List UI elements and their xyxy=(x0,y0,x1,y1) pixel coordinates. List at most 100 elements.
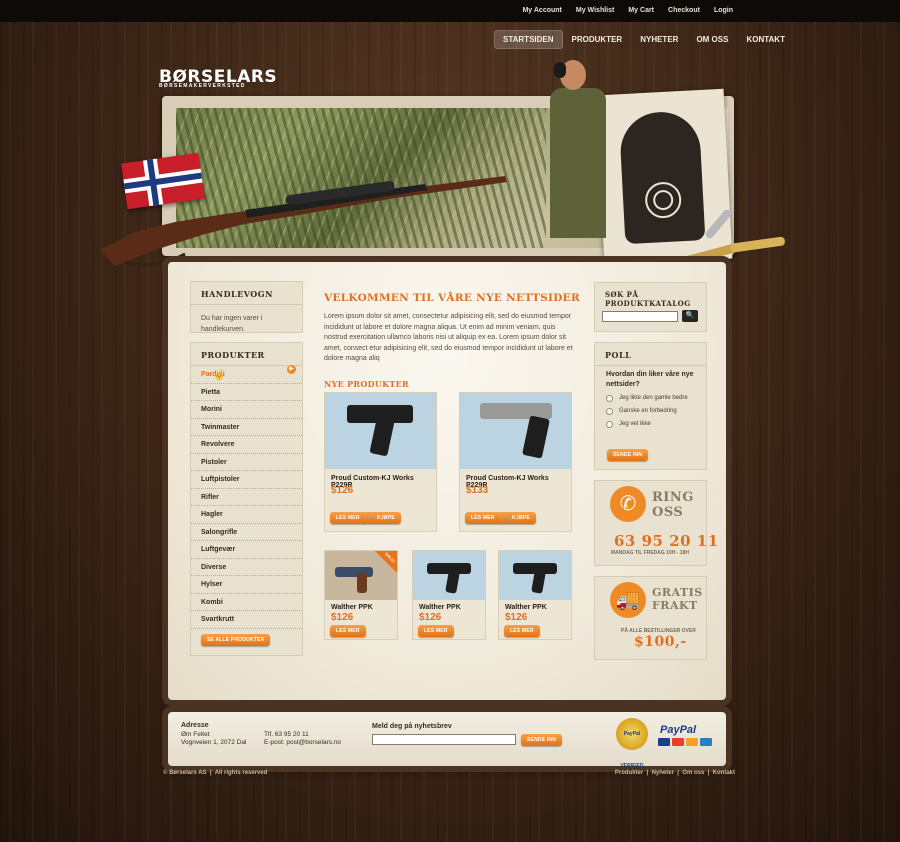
cart-title: HANDLEVOGN xyxy=(191,282,302,305)
product-name[interactable]: Walther PPK xyxy=(419,604,461,611)
pistol-slide xyxy=(335,567,373,577)
category-morini[interactable]: Morini xyxy=(191,401,302,419)
cart-empty-text: Du har ingen varer i handlekurven. xyxy=(201,315,263,333)
my-wishlist-link[interactable]: My Wishlist xyxy=(569,7,621,14)
nav-nyheter[interactable]: NYHETER xyxy=(631,30,687,49)
truck-icon: 🚚 xyxy=(610,582,646,618)
buy-label: KJØPE xyxy=(377,515,395,521)
top-bar: My Account My Wishlist My Cart Checkout … xyxy=(0,0,900,22)
product-image[interactable] xyxy=(499,551,571,600)
product-price: $126 xyxy=(419,612,442,623)
poll-submit-button[interactable]: SENDE INN xyxy=(607,449,649,461)
cart-box: HANDLEVOGN Du har ingen varer i handleku… xyxy=(190,281,303,333)
footer-email[interactable]: E-post: post@borselars.no xyxy=(264,739,341,746)
pistol-slide xyxy=(480,403,552,419)
shipping-title-1: GRATIS xyxy=(652,586,703,599)
read-more-button[interactable]: LES MER xyxy=(330,512,366,524)
my-account-link[interactable]: My Account xyxy=(515,7,568,14)
poll-option-radio[interactable] xyxy=(606,408,613,415)
product-card[interactable]: Proud Custom-KJ Works P229R $133 LES MER… xyxy=(459,392,572,532)
product-price: $126 xyxy=(331,485,354,496)
nav-kontakt[interactable]: KONTAKT xyxy=(737,30,794,49)
category-svartkrutt[interactable]: Svartkrutt xyxy=(191,611,302,629)
newsletter-label: Meld deg på nyhetsbrev xyxy=(372,723,452,730)
poll-option-label[interactable]: Ganske en forbedring xyxy=(619,408,677,414)
category-pardini[interactable]: Pardini xyxy=(191,366,302,384)
read-more-button[interactable]: LES MER xyxy=(504,625,540,637)
phone-icon: ✆ xyxy=(610,486,646,522)
rights-text: All rights reserved xyxy=(214,770,268,776)
poll-option-radio[interactable] xyxy=(606,421,613,428)
copyright: © Børselars AS | All rights reserved xyxy=(163,770,268,776)
chevron-right-icon[interactable]: ▶ xyxy=(287,365,296,374)
product-name[interactable]: Walther PPK xyxy=(331,604,373,611)
my-cart-link[interactable]: My Cart xyxy=(621,7,661,14)
category-revolvere[interactable]: Revolvere xyxy=(191,436,302,454)
buy-label: KJØPE xyxy=(512,515,530,521)
category-pietta[interactable]: Pietta xyxy=(191,384,302,401)
category-diverse[interactable]: Diverse xyxy=(191,559,302,576)
search-icon[interactable]: 🔍 xyxy=(682,310,698,322)
category-hylser[interactable]: Hylser xyxy=(191,576,302,594)
call-title-2: OSS xyxy=(652,505,684,520)
paypal-verified-seal: PayPal VERIFIED xyxy=(616,718,648,769)
product-card[interactable]: SALG! Walther PPK $126 LES MER xyxy=(324,550,398,640)
newsletter-submit-button[interactable]: SENDE INN xyxy=(521,734,563,746)
poll-option-radio[interactable] xyxy=(606,395,613,402)
search-input[interactable] xyxy=(602,311,678,322)
poll-box: POLL SENDE INN xyxy=(594,342,707,470)
login-link[interactable]: Login xyxy=(707,7,740,14)
read-more-button[interactable]: LES MER xyxy=(330,625,366,637)
product-name[interactable]: Walther PPK xyxy=(505,604,547,611)
poll-option-label[interactable]: Jeg likte den gamle bedre xyxy=(619,395,688,401)
phone-number[interactable]: 63 95 20 11 xyxy=(614,532,719,550)
category-list: Pardini Pietta Morini Twinmaster Revolve… xyxy=(191,366,302,629)
category-luftpistoler[interactable]: Luftpistoler xyxy=(191,471,302,489)
product-image[interactable] xyxy=(460,393,571,469)
checkout-link[interactable]: Checkout xyxy=(661,7,707,14)
poll-option-label[interactable]: Jeg vet ikke xyxy=(619,421,651,427)
category-pistoler[interactable]: Pistoler xyxy=(191,454,302,471)
product-image[interactable] xyxy=(325,393,436,469)
read-more-button[interactable]: LES MER xyxy=(418,625,454,637)
product-image[interactable] xyxy=(413,551,485,600)
read-more-button[interactable]: LES MER xyxy=(465,512,501,524)
camouflage-sniper-image xyxy=(176,108,546,248)
category-twinmaster[interactable]: Twinmaster xyxy=(191,419,302,436)
main-nav: STARTSIDEN PRODUKTER NYHETER OM OSS KONT… xyxy=(494,30,794,49)
footer-link-produkter[interactable]: Produkter xyxy=(615,770,643,776)
category-luftgevaer[interactable]: Luftgevær xyxy=(191,541,302,559)
footer-link-kontakt[interactable]: Kontakt xyxy=(713,770,735,776)
nav-om-oss[interactable]: OM OSS xyxy=(687,30,737,49)
product-card[interactable]: Proud Custom-KJ Works P229R $126 LES MER… xyxy=(324,392,437,532)
product-card[interactable]: Walther PPK $126 LES MER xyxy=(498,550,572,640)
nav-startsiden[interactable]: STARTSIDEN xyxy=(494,30,563,49)
category-rifler[interactable]: Rifler xyxy=(191,489,302,506)
footer-link-om-oss[interactable]: Om oss xyxy=(682,770,704,776)
category-kombi[interactable]: Kombi xyxy=(191,594,302,611)
see-all-products-button[interactable]: SE ALLE PRODUKTER xyxy=(201,634,271,646)
footer-link-nyheter[interactable]: Nyheter xyxy=(652,770,674,776)
product-image[interactable]: SALG! xyxy=(325,551,397,600)
product-card[interactable]: Walther PPK $126 LES MER xyxy=(412,550,486,640)
product-price: $126 xyxy=(331,612,354,623)
product-price: $133 xyxy=(466,485,489,496)
footer-phone: Tlf. 63 95 20 11 xyxy=(264,731,309,738)
nav-produkter[interactable]: PRODUKTER xyxy=(563,30,632,49)
buy-button[interactable]: 🛒 KJØPE xyxy=(363,512,401,524)
new-products-title: NYE PRODUKTER xyxy=(324,379,410,389)
newsletter-email-input[interactable] xyxy=(372,734,516,745)
category-hagler[interactable]: Hagler xyxy=(191,506,302,524)
category-salongrifle[interactable]: Salongrifle xyxy=(191,524,302,541)
account-links: My Account My Wishlist My Cart Checkout … xyxy=(515,7,740,14)
buy-button[interactable]: 🛒 KJØPE xyxy=(498,512,536,524)
poll-title: POLL xyxy=(595,343,706,366)
target-silhouette xyxy=(618,110,706,245)
search-box: SØK PÅ PRODUKTKATALOG xyxy=(594,282,707,332)
call-title-1: RING xyxy=(652,490,694,505)
sale-badge: SALG! xyxy=(375,551,397,573)
welcome-text: Lorem ipsum dolor sit amet, consectetur … xyxy=(324,313,573,362)
ear-protection-icon xyxy=(554,62,566,78)
search-title: SØK PÅ PRODUKTKATALOG xyxy=(605,290,691,308)
shipping-amount: $100,- xyxy=(634,634,687,650)
